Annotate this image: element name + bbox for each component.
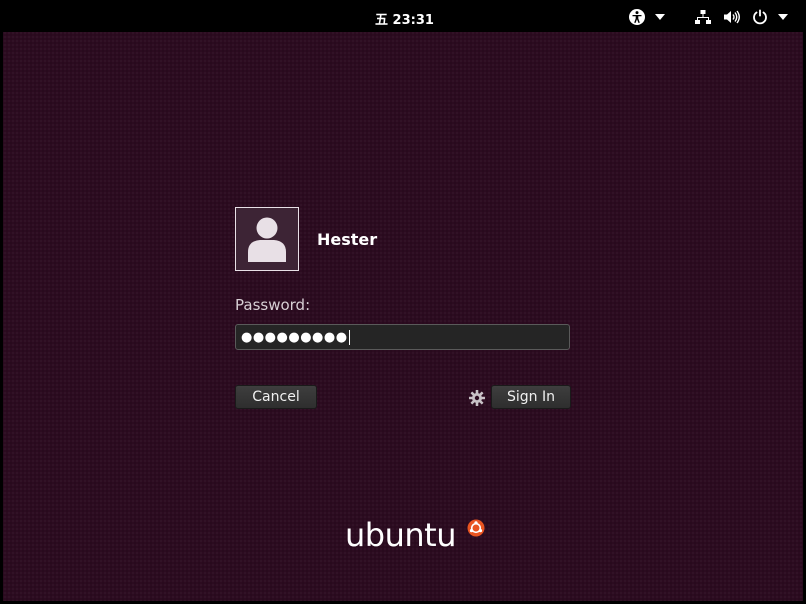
network-icon[interactable]	[695, 8, 711, 26]
text-cursor	[348, 329, 351, 345]
volume-icon[interactable]	[724, 8, 741, 26]
sign-in-button[interactable]: Sign In	[491, 385, 571, 409]
password-field[interactable]: ●●●●●●●●●	[235, 324, 570, 350]
password-mask: ●●●●●●●●●	[241, 329, 348, 345]
chevron-down-icon[interactable]	[654, 8, 666, 26]
ubuntu-logo: ubuntu	[345, 516, 456, 554]
user-silhouette-icon	[248, 217, 286, 262]
chevron-down-icon[interactable]	[777, 8, 789, 26]
avatar	[235, 207, 299, 271]
password-label: Password:	[235, 296, 311, 314]
login-screen: 五 23:31 Hester Password: ●●●●●●●●● Cance…	[0, 0, 806, 604]
gear-icon[interactable]	[468, 389, 486, 407]
username-label: Hester	[317, 230, 378, 249]
top-panel: 五 23:31	[3, 3, 803, 32]
accessibility-icon[interactable]	[628, 8, 646, 26]
cancel-button[interactable]: Cancel	[235, 385, 317, 409]
ubuntu-circle-of-friends-icon	[467, 519, 485, 537]
power-icon[interactable]	[752, 8, 768, 26]
clock[interactable]: 五 23:31	[375, 9, 434, 28]
